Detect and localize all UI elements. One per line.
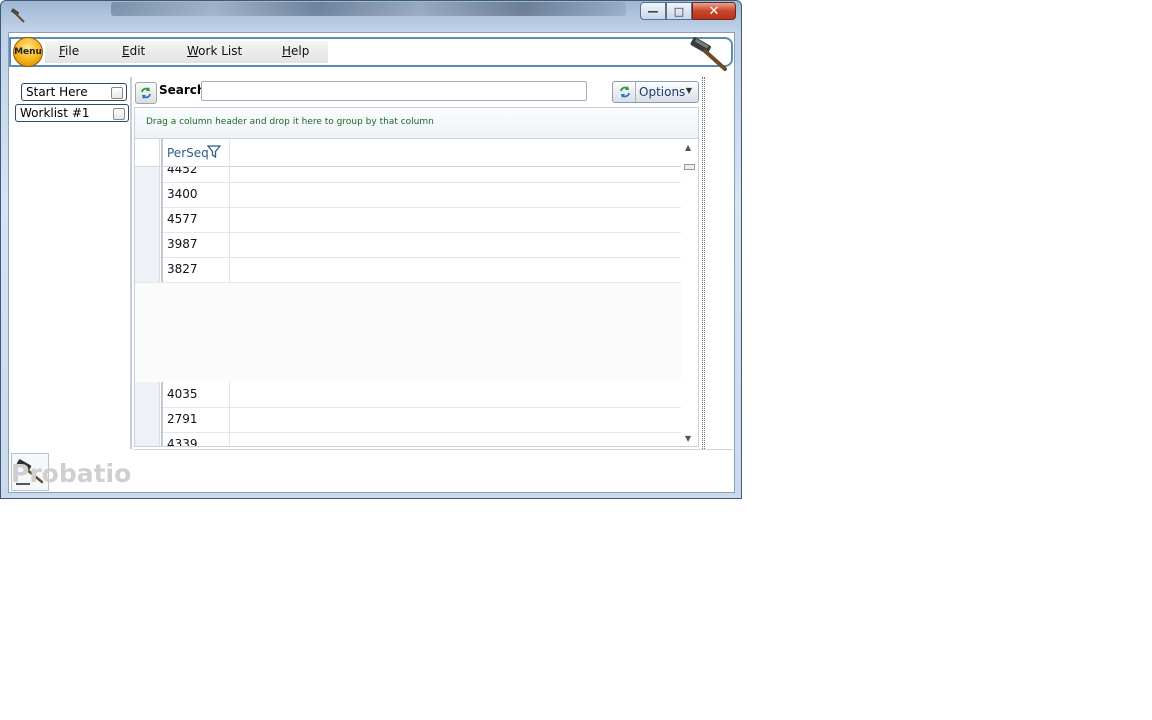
menu-item-label: elp: [291, 44, 310, 58]
column-header-label: PerSeq: [167, 146, 209, 160]
row-indicator[interactable]: [135, 432, 160, 446]
scroll-up-icon[interactable]: ▲: [685, 143, 691, 152]
sidebar-item-label: Start Here: [26, 85, 88, 99]
menu-item-label: ile: [65, 44, 80, 58]
sidebar-item-worklist-1[interactable]: Worklist #1: [15, 104, 129, 122]
menu-bar: Menu File Edit Work List Help: [9, 37, 733, 71]
column-header-perseq[interactable]: PerSeq: [161, 139, 230, 166]
menu-item-label: dit: [129, 44, 146, 58]
menu-item-work-list[interactable]: Work List: [187, 44, 242, 58]
menu-item-edit[interactable]: Edit: [122, 44, 145, 58]
table-cell[interactable]: 3987: [161, 232, 230, 257]
options-button[interactable]: Options ▼: [612, 81, 699, 103]
refresh-icon: [141, 87, 151, 99]
title-background: [111, 2, 626, 16]
menu-mnemonic: H: [282, 44, 292, 58]
menu-orb-button[interactable]: Menu: [13, 37, 43, 67]
cell-value: 2791: [167, 412, 198, 426]
row-indicator[interactable]: [135, 407, 160, 432]
app-window: — □ ✕ Menu File Edit Work List Help Star…: [0, 0, 742, 499]
menu-item-help[interactable]: Help: [282, 44, 309, 58]
table-row[interactable]: 3987: [135, 232, 681, 258]
table-cell[interactable]: 3400: [161, 182, 230, 207]
table-row[interactable]: 4452: [135, 167, 681, 183]
scroll-thumb[interactable]: [684, 164, 695, 170]
menu-item-label: ork List: [198, 44, 243, 58]
search-toolbar: Search: Options ▼: [133, 77, 703, 107]
table-row[interactable]: 3400: [135, 182, 681, 208]
grid-header-row: PerSeq: [135, 139, 681, 167]
group-by-hint: Drag a column header and drop it here to…: [146, 117, 434, 127]
sidebar-item-start-here[interactable]: Start Here: [21, 83, 127, 101]
table-cell[interactable]: 4452: [161, 167, 230, 182]
caret-down-icon: ▼: [685, 86, 692, 95]
maximize-button[interactable]: □: [666, 2, 692, 20]
gavel-icon[interactable]: [9, 7, 27, 25]
menu-mnemonic: E: [122, 44, 130, 58]
sidebar: Start Here Worklist #1: [9, 73, 131, 453]
refresh-icon: [619, 86, 630, 98]
table-row[interactable]: 3827: [135, 257, 681, 283]
table-cell[interactable]: 4339: [161, 432, 230, 447]
cell-value: 4452: [167, 167, 198, 176]
cell-value: 3827: [167, 262, 198, 276]
row-indicator[interactable]: [135, 257, 160, 282]
cell-value: 4577: [167, 212, 198, 226]
sidebar-item-checkbox[interactable]: [111, 87, 123, 99]
search-input[interactable]: [201, 81, 587, 101]
row-indicator[interactable]: [135, 182, 160, 207]
cell-value: 3400: [167, 187, 198, 201]
minimize-button[interactable]: —: [640, 2, 666, 20]
row-indicator[interactable]: [135, 382, 160, 407]
close-button[interactable]: ✕: [692, 2, 736, 20]
client-area: Menu File Edit Work List Help Start Here…: [8, 32, 735, 493]
cell-value: 4339: [167, 437, 198, 447]
filter-icon[interactable]: [207, 145, 221, 159]
window-controls: — □ ✕: [640, 2, 736, 20]
group-by-panel[interactable]: Drag a column header and drop it here to…: [135, 108, 698, 139]
table-row[interactable]: 4035: [135, 382, 681, 408]
table-row[interactable]: 2791: [135, 407, 681, 433]
cell-value: 4035: [167, 387, 198, 401]
vertical-scrollbar[interactable]: ▲ ▼: [681, 139, 698, 446]
gavel-icon: [690, 37, 727, 71]
row-indicator[interactable]: [135, 207, 160, 232]
table-cell[interactable]: 3827: [161, 257, 230, 282]
status-divider: [133, 449, 733, 450]
panel-splitter[interactable]: [702, 77, 705, 449]
table-row[interactable]: 4577: [135, 207, 681, 233]
refresh-button[interactable]: [135, 82, 157, 104]
sidebar-item-label: Worklist #1: [20, 106, 90, 120]
table-cell[interactable]: 4035: [161, 382, 230, 407]
menu-mnemonic: W: [187, 44, 199, 58]
options-label: Options: [639, 85, 686, 99]
grid-rows: 4452 3400 4577 3987 3827 4035 2791 4339: [135, 167, 681, 447]
brand-wordmark: Probation: [11, 459, 131, 488]
row-indicator[interactable]: [135, 167, 160, 182]
sidebar-divider: [130, 77, 132, 449]
cell-value: 3987: [167, 237, 198, 251]
grid-blank-area: [135, 283, 681, 381]
title-bar[interactable]: — □ ✕: [1, 1, 741, 31]
sidebar-item-checkbox[interactable]: [113, 108, 125, 120]
menu-item-file[interactable]: File: [59, 44, 79, 58]
table-cell[interactable]: 2791: [161, 407, 230, 432]
data-grid: Drag a column header and drop it here to…: [134, 107, 699, 447]
options-refresh-button[interactable]: [614, 82, 636, 102]
table-cell[interactable]: 4577: [161, 207, 230, 232]
menu-strip: File Edit Work List Help: [45, 41, 328, 63]
table-row[interactable]: 4339: [135, 432, 681, 447]
row-indicator-header: [135, 139, 160, 166]
row-indicator[interactable]: [135, 232, 160, 257]
scroll-down-icon[interactable]: ▼: [685, 434, 691, 443]
